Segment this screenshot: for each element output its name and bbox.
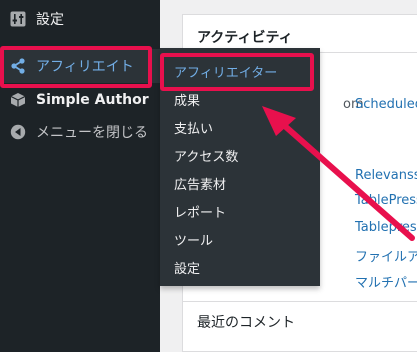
sidebar-item-settings[interactable]: 設定 [0, 2, 160, 36]
recent-comments-title: 最近のコメント [197, 315, 295, 331]
cube-icon [9, 91, 27, 109]
activity-widget-title: アクティビティ [197, 30, 293, 46]
sidebar-item-label: Simple Author [36, 92, 149, 108]
highlight-box-affiliator [160, 53, 314, 91]
submenu-item-visits[interactable]: アクセス数 [174, 146, 238, 165]
sidebar-collapse-menu[interactable]: メニューを閉じる [0, 115, 160, 149]
submenu-item-tools[interactable]: ツール [174, 230, 213, 249]
list-item[interactable]: TablePress [355, 193, 417, 208]
section-divider [183, 301, 417, 302]
submenu-item-creatives[interactable]: 広告素材 [174, 174, 226, 193]
sidebar-item-label: メニューを閉じる [36, 125, 148, 141]
list-item[interactable]: Tablepress [355, 220, 417, 235]
list-item[interactable]: Relevanssi [355, 168, 417, 183]
list-item[interactable]: マルチパー [355, 272, 417, 291]
list-item[interactable]: ファイルア [355, 246, 417, 265]
highlight-box-affiliate [0, 46, 152, 88]
settings-sliders-icon [9, 10, 27, 28]
submenu-item-reports[interactable]: レポート [174, 202, 226, 221]
submenu-item-payments[interactable]: 支払い [174, 118, 213, 137]
submenu-item-results[interactable]: 成果 [174, 90, 200, 109]
sidebar-item-label: 設定 [36, 12, 64, 28]
collapse-icon [9, 123, 27, 141]
sidebar-item-simple-author[interactable]: Simple Author [0, 83, 160, 117]
submenu-item-settings[interactable]: 設定 [174, 258, 200, 277]
scheduled-link[interactable]: Scheduled [355, 97, 417, 112]
